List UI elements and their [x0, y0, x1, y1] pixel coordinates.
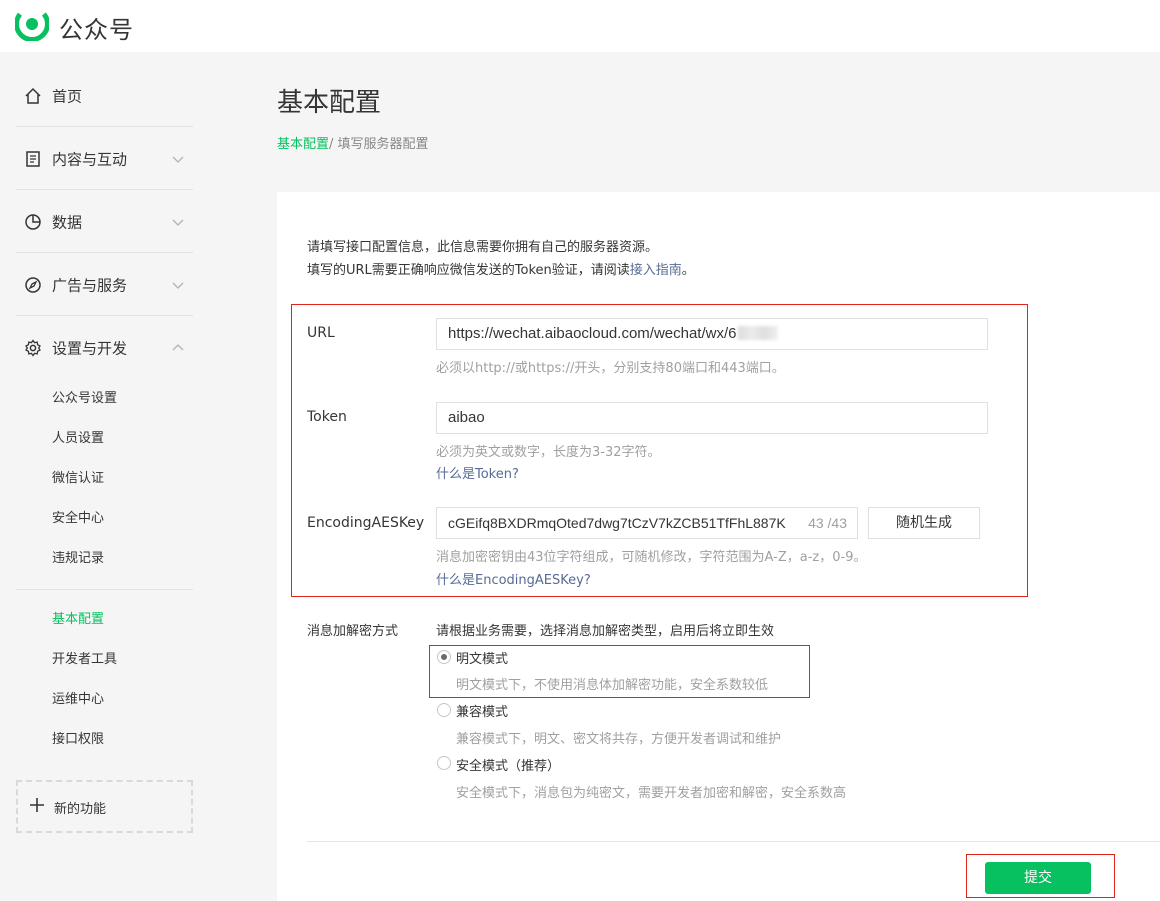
sidebar-item-label: 内容与互动 — [52, 150, 128, 168]
sidebar-divider — [16, 589, 193, 590]
chevron-down-icon — [172, 156, 184, 163]
sidebar-sub-basic-config[interactable]: 基本配置 — [52, 610, 104, 630]
breadcrumb-basic-config-link[interactable]: 基本配置 — [277, 137, 329, 152]
aes-key-counter: 43 /43 — [808, 515, 847, 531]
sidebar-item-label: 首页 — [52, 87, 83, 105]
sidebar-item-label: 数据 — [52, 213, 83, 231]
wechat-mp-logo-icon[interactable] — [15, 7, 49, 41]
token-hint: 必须为英文或数字，长度为3-32字符。 — [436, 445, 661, 460]
secure-mode-label[interactable]: 安全模式（推荐） — [456, 755, 560, 774]
home-icon — [25, 87, 41, 104]
what-is-token-link[interactable]: 什么是Token? — [436, 463, 519, 482]
sidebar-sub-api-permissions[interactable]: 接口权限 — [52, 730, 104, 750]
chevron-down-icon — [172, 282, 184, 289]
form-footer-divider — [307, 841, 1160, 842]
sidebar-item-home[interactable]: 首页 — [16, 65, 193, 127]
url-input[interactable]: https://wechat.aibaocloud.com/wechat/wx/… — [436, 318, 988, 350]
pie-chart-icon — [25, 213, 41, 230]
compatible-mode-label[interactable]: 兼容模式 — [456, 701, 508, 720]
aes-key-label: EncodingAESKey — [307, 515, 425, 531]
sidebar-item-settings[interactable]: 设置与开发 — [16, 317, 193, 379]
sidebar-sub-security-center[interactable]: 安全中心 — [52, 509, 104, 529]
redacted-blur — [737, 326, 778, 340]
intro-line-2: 填写的URL需要正确响应微信发送的Token验证，请阅读接入指南。 — [307, 259, 695, 278]
breadcrumb: 基本配置/ 填写服务器配置 — [277, 133, 429, 152]
gear-icon — [25, 339, 41, 357]
page-title: 基本配置 — [277, 88, 382, 118]
sidebar-item-content[interactable]: 内容与互动 — [16, 128, 193, 190]
intro-suffix: 。 — [681, 263, 695, 278]
chevron-down-icon — [172, 219, 184, 226]
sidebar-item-label: 广告与服务 — [52, 276, 128, 294]
submit-button[interactable]: 提交 — [985, 862, 1091, 894]
new-feature-button[interactable]: 新的功能 — [16, 780, 193, 833]
secure-mode-desc: 安全模式下，消息包为纯密文，需要开发者加密和解密，安全系数高 — [456, 786, 847, 801]
radio-compatible-mode[interactable] — [437, 703, 451, 717]
token-label: Token — [307, 409, 347, 425]
radio-secure-mode[interactable] — [437, 756, 451, 770]
sidebar-sub-staff-settings[interactable]: 人员设置 — [52, 429, 104, 449]
top-header: 公众号 — [0, 0, 1160, 52]
sidebar-item-data[interactable]: 数据 — [16, 191, 193, 253]
breadcrumb-current: / 填写服务器配置 — [329, 137, 429, 152]
intro-text: 填写的URL需要正确响应微信发送的Token验证，请阅读 — [307, 263, 630, 278]
sidebar-sub-developer-tools[interactable]: 开发者工具 — [52, 650, 117, 670]
encryption-mode-label: 消息加解密方式 — [307, 624, 399, 639]
token-value: aibao — [448, 409, 485, 426]
sidebar-sub-wechat-verify[interactable]: 微信认证 — [52, 469, 104, 489]
sidebar-sub-violation-records[interactable]: 违规记录 — [52, 549, 104, 569]
sidebar-item-label: 设置与开发 — [52, 339, 128, 358]
url-label: URL — [307, 325, 335, 341]
plaintext-mode-desc: 明文模式下，不使用消息体加解密功能，安全系数较低 — [456, 678, 769, 693]
encryption-mode-desc: 请根据业务需要，选择消息加解密类型，启用后将立即生效 — [436, 624, 775, 639]
random-generate-button[interactable]: 随机生成 — [868, 507, 980, 539]
aes-key-value: cGEifq8BXDRmqOted7dwg7tCzV7kZCB51TfFhL88… — [448, 515, 786, 531]
what-is-aes-key-link[interactable]: 什么是EncodingAESKey? — [436, 569, 591, 588]
url-value: https://wechat.aibaocloud.com/wechat/wx/… — [448, 325, 737, 342]
sidebar-item-ads[interactable]: 广告与服务 — [16, 254, 193, 316]
brand-name[interactable]: 公众号 — [59, 10, 134, 45]
radio-plaintext-mode[interactable] — [437, 650, 451, 664]
token-input[interactable]: aibao — [436, 402, 988, 434]
sidebar-sub-account-settings[interactable]: 公众号设置 — [52, 389, 117, 409]
intro-line-1: 请填写接口配置信息，此信息需要你拥有自己的服务器资源。 — [307, 240, 659, 255]
aes-key-hint: 消息加密密钥由43位字符组成，可随机修改，字符范围为A-Z，a-z，0-9。 — [436, 550, 867, 565]
compass-icon — [25, 276, 41, 293]
aes-key-input[interactable]: cGEifq8BXDRmqOted7dwg7tCzV7kZCB51TfFhL88… — [436, 507, 858, 539]
access-guide-link[interactable]: 接入指南 — [630, 263, 682, 278]
chevron-up-icon — [172, 344, 184, 351]
sidebar-sub-ops-center[interactable]: 运维中心 — [52, 690, 104, 710]
url-hint: 必须以http://或https://开头，分别支持80端口和443端口。 — [436, 361, 785, 376]
compatible-mode-desc: 兼容模式下，明文、密文将共存，方便开发者调试和维护 — [456, 732, 782, 747]
plaintext-mode-label[interactable]: 明文模式 — [456, 648, 508, 667]
new-feature-label: 新的功能 — [54, 802, 107, 817]
document-icon — [26, 150, 40, 167]
plus-icon — [30, 798, 44, 812]
